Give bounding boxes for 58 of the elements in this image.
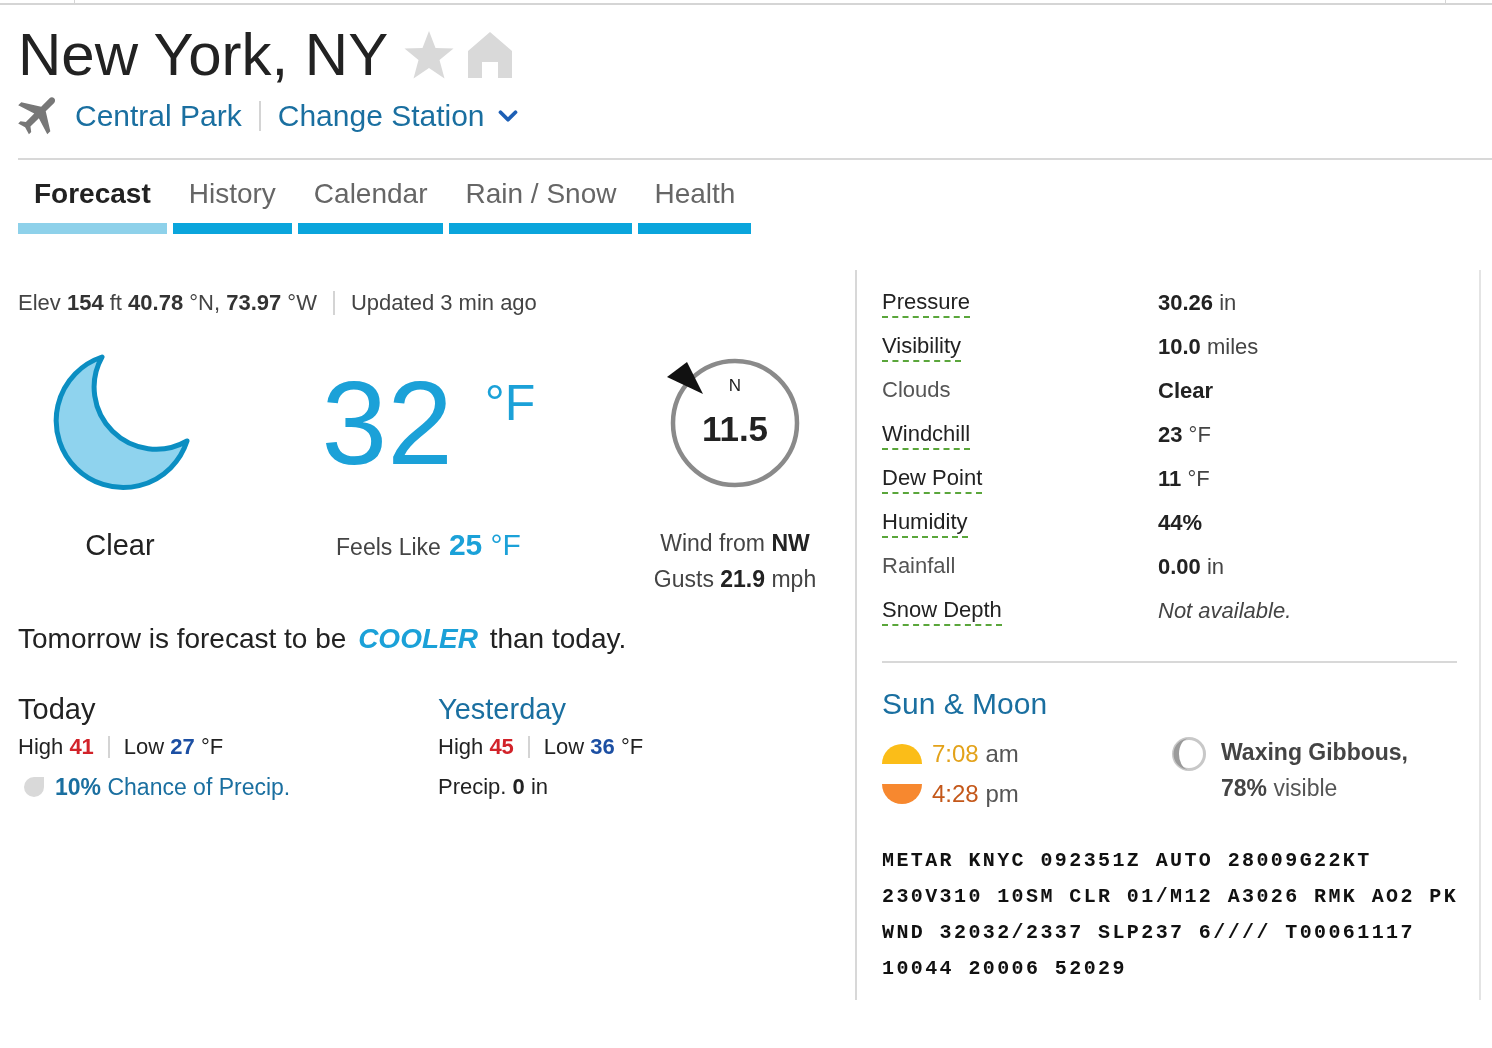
updated-time: Updated 3 min ago [350, 289, 537, 317]
moon-visibility: 78% visible [1221, 774, 1339, 803]
temperature-value: 32 [321, 363, 453, 482]
condition-label[interactable]: Pressure [882, 288, 971, 318]
raindrop-icon [22, 775, 46, 799]
sunrise-icon [882, 744, 922, 764]
section-heading: Sun & Moon [882, 686, 1048, 722]
moon-phase-icon [1171, 736, 1207, 772]
condition-value: 23 °F [1158, 422, 1211, 447]
wind-gusts: Gusts 21.9 mph [653, 565, 817, 594]
condition-value: 10.0 miles [1158, 334, 1259, 359]
condition-value: Not available. [1158, 598, 1292, 623]
metar-report: METAR KNYC 092351Z AUTO 28009G22KT 230V310 10SM CLR 01/M12 A3026 RMK AO2 PK WND 32032/2337 SLP237 6//// T00061117 10044 20006 52029 [882, 848, 1460, 982]
sunset-time: 4:28 pm [932, 779, 1019, 809]
condition-label: Rainfall [882, 552, 956, 580]
feels-like-value: 25 °F [448, 528, 521, 562]
low-temperature: Low 36 °F [543, 733, 644, 761]
wind-speed: 11.5 [701, 408, 769, 449]
condition-value: 44% [1158, 510, 1203, 535]
sunset-icon [882, 784, 922, 804]
condition-label[interactable]: Snow Depth [882, 596, 1002, 626]
tab[interactable]: Rain / Snow [449, 177, 633, 234]
condition-label: Clouds [882, 376, 951, 404]
condition-value: 30.26 in [1158, 290, 1237, 315]
condition-label[interactable]: Dew Point [882, 464, 983, 494]
home-icon[interactable] [468, 32, 513, 78]
condition-label[interactable]: Visibility [882, 332, 962, 362]
feels-like-label: Feels Like [336, 533, 441, 562]
condition-label[interactable]: Windchill [882, 420, 971, 450]
wind-arrow-icon [667, 361, 703, 394]
compass-north-label: N [728, 375, 742, 396]
wind-direction: Wind from NW [660, 529, 810, 558]
moon-phase: Waxing Gibbous, [1221, 738, 1408, 767]
low-temperature: Low 27 °F [123, 733, 224, 761]
condition-value: 11 °F [1158, 466, 1210, 491]
elevation-coordinates: Elev 154 ft 40.78 °N, 73.97 °W [18, 289, 317, 317]
condition-text: Clear [85, 528, 155, 562]
sunrise-time: 7:08 am [932, 739, 1019, 769]
day-title: Today [18, 692, 96, 727]
high-temperature: High 45 [438, 733, 514, 761]
tab[interactable]: Health [638, 177, 752, 234]
day-title-link[interactable]: Yesterday [438, 691, 566, 727]
precip-total: Precip. 0 in [438, 773, 549, 801]
condition-label[interactable]: Humidity [882, 508, 968, 538]
change-station-button[interactable]: Change Station [277, 98, 523, 134]
forecast-summary: Tomorrow is forecast to be COOLER than today. [18, 623, 627, 654]
high-temperature: High 41 [18, 733, 94, 761]
location-title: New York, NY [18, 25, 389, 85]
airplane-icon [18, 96, 58, 136]
tab[interactable]: Forecast [18, 177, 167, 234]
condition-value: 0.00 in [1158, 554, 1225, 579]
tab[interactable]: Calendar [297, 177, 444, 234]
station-link[interactable]: Central Park [75, 98, 242, 134]
precip-chance-link[interactable]: 10% Chance of Precip. [55, 773, 291, 801]
temperature-unit: °F [484, 377, 536, 428]
condition-value: Clear [1158, 378, 1214, 403]
tab[interactable]: History [172, 177, 292, 234]
star-icon[interactable] [404, 31, 455, 79]
